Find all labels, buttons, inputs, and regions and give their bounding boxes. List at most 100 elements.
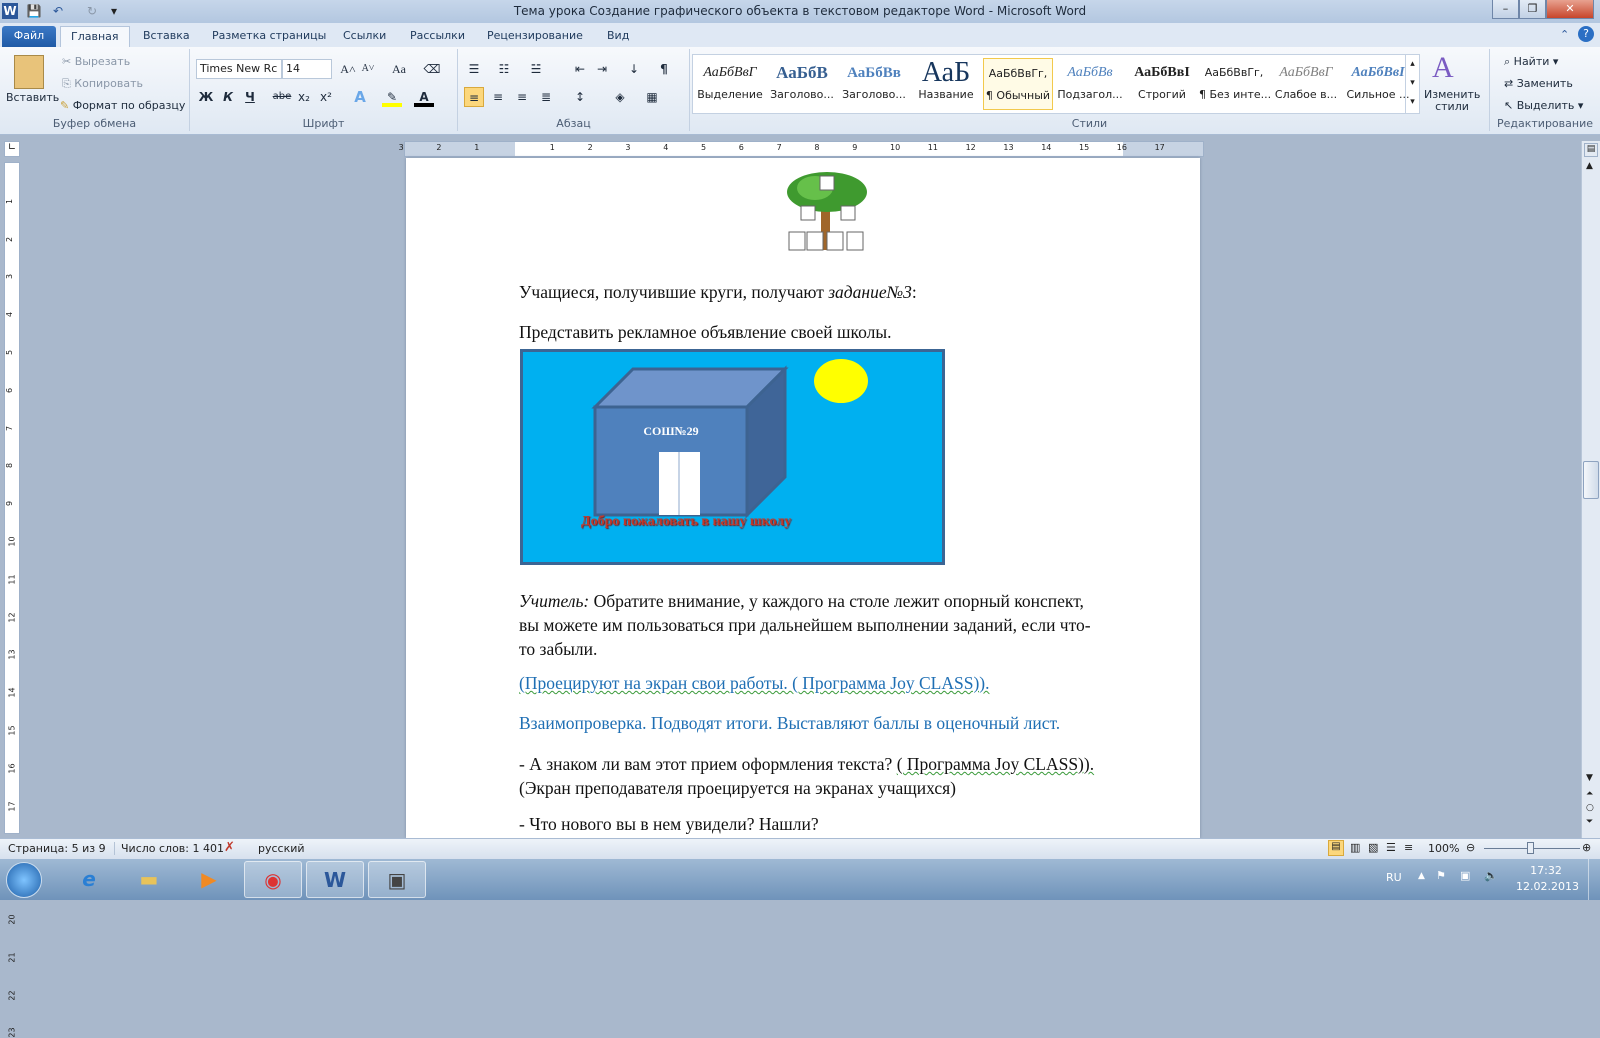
vertical-scrollbar[interactable]: ▤ ▲ ▼ ⏶ ○ ⏷	[1581, 141, 1600, 838]
start-button[interactable]	[6, 862, 42, 898]
style-intense-emphasis[interactable]: АаБбВвI Сильное ...	[1343, 58, 1413, 110]
subscript-button[interactable]: x₂	[294, 87, 314, 107]
style-no-spacing[interactable]: АаБбВвГг, ¶ Без инте...	[1199, 58, 1271, 110]
media-player-icon[interactable]: ▶	[180, 861, 238, 898]
underline-button[interactable]: Ч	[240, 87, 260, 107]
scrollbar-thumb[interactable]	[1583, 461, 1599, 499]
ruler-toggle-icon[interactable]: ▤	[1584, 143, 1598, 157]
language-indicator[interactable]: русский	[258, 842, 305, 855]
action-center-flag-icon[interactable]: ⚑	[1436, 869, 1446, 882]
zoom-out-button[interactable]: ⊖	[1466, 841, 1475, 854]
style-normal[interactable]: АаБбВвГг, ¶ Обычный	[983, 58, 1053, 110]
document-page[interactable]: Учащиеся, получившие круги, получают зад…	[406, 158, 1200, 838]
copy-button[interactable]: ⎘ Копировать	[62, 77, 143, 91]
style-heading1[interactable]: АаБбВ Заголово...	[767, 58, 837, 110]
tab-view[interactable]: Вид	[597, 26, 639, 47]
gallery-scroll[interactable]: ▴ ▾ ▾	[1405, 55, 1419, 113]
explorer-folder-icon[interactable]: ▬	[120, 861, 178, 898]
numbering-icon[interactable]: ☷	[494, 59, 514, 79]
borders-icon[interactable]: ▦	[642, 87, 662, 107]
font-name-select[interactable]: Times New Rc	[196, 59, 282, 79]
tab-references[interactable]: Ссылки	[333, 26, 396, 47]
tab-review[interactable]: Рецензирование	[477, 26, 593, 47]
multilevel-list-icon[interactable]: ☱	[526, 59, 546, 79]
web-layout-view-icon[interactable]: ▧	[1368, 841, 1378, 854]
italic-button[interactable]: К	[218, 87, 238, 107]
page-count[interactable]: Страница: 5 из 9	[8, 842, 106, 855]
shading-icon[interactable]: ◈	[610, 87, 630, 107]
word-taskbar-icon[interactable]: W	[306, 861, 364, 898]
zoom-slider-thumb[interactable]	[1527, 842, 1534, 854]
full-screen-view-icon[interactable]: ▥	[1350, 841, 1360, 854]
zoom-level[interactable]: 100%	[1428, 842, 1459, 855]
proofing-icon[interactable]: ✗	[224, 840, 235, 855]
show-desktop-button[interactable]	[1588, 859, 1600, 900]
style-subtle-emphasis[interactable]: АаБбВвГ Слабое в...	[1271, 58, 1341, 110]
internet-explorer-icon[interactable]: e	[60, 861, 118, 898]
bullets-icon[interactable]: ☰	[464, 59, 484, 79]
browse-object-icon[interactable]: ○	[1586, 803, 1594, 813]
minimize-ribbon-icon[interactable]: ⌃	[1560, 28, 1569, 41]
format-painter-button[interactable]: ✎ Формат по образцу	[60, 99, 185, 112]
word-count[interactable]: Число слов: 1 401	[114, 842, 224, 855]
paste-button[interactable]: Вставить	[6, 91, 59, 104]
shrink-font-button[interactable]: A˅	[358, 59, 378, 79]
select-button[interactable]: ↖ Выделить ▾	[1504, 99, 1583, 112]
align-center-button[interactable]: ≡	[488, 87, 508, 107]
text-effects-icon[interactable]: A	[350, 87, 370, 107]
align-left-button[interactable]: ≡	[464, 87, 484, 107]
justify-button[interactable]: ≣	[536, 87, 556, 107]
cut-button[interactable]: ✂ Вырезать	[62, 55, 130, 68]
volume-icon[interactable]: 🔈	[1484, 869, 1498, 882]
tab-insert[interactable]: Вставка	[133, 26, 200, 47]
input-language[interactable]: RU	[1386, 871, 1402, 884]
bold-button[interactable]: Ж	[196, 87, 216, 107]
style-strong[interactable]: АаБбВвI Строгий	[1127, 58, 1197, 110]
joyclass-icon[interactable]: ▣	[368, 861, 426, 898]
font-color-icon[interactable]: A	[414, 87, 434, 107]
clear-formatting-icon[interactable]: ⌫	[422, 59, 442, 79]
scroll-up-arrow[interactable]: ▲	[1586, 161, 1593, 171]
highlight-icon[interactable]: ✎	[382, 87, 402, 107]
chrome-icon[interactable]: ◉	[244, 861, 302, 898]
grow-font-button[interactable]: A˄	[338, 59, 358, 79]
style-subtitle[interactable]: АаБбВв Подзагол...	[1055, 58, 1125, 110]
style-title[interactable]: АаБ Название	[911, 58, 981, 110]
scroll-down-arrow[interactable]: ▼	[1586, 773, 1593, 783]
horizontal-ruler[interactable]: 3 2 1 1 2 3 4 5 6 7 8 9 10 11 12 13 14 15 16 17	[399, 141, 1204, 157]
tab-file[interactable]: Файл	[2, 26, 56, 47]
previous-page-icon[interactable]: ⏶	[1586, 789, 1593, 799]
change-styles-button[interactable]: Изменить стили	[1424, 89, 1480, 113]
style-heading2[interactable]: АаБбВв Заголово...	[839, 58, 909, 110]
vertical-ruler[interactable]: 1234567891011121314151617181920212223	[4, 162, 20, 1038]
superscript-button[interactable]: x²	[316, 87, 336, 107]
change-case-button[interactable]: Aa	[386, 59, 412, 79]
school-ad-picture[interactable]: СОШ№29 Добро пожаловать в нашу школу	[520, 349, 945, 565]
decrease-indent-icon[interactable]: ⇤	[570, 59, 590, 79]
font-size-select[interactable]: 14	[282, 59, 332, 79]
line-spacing-icon[interactable]: ↕	[570, 87, 590, 107]
replace-button[interactable]: ⇄ Заменить	[1504, 77, 1573, 90]
show-hidden-icons[interactable]: ▲	[1418, 871, 1425, 881]
strikethrough-button[interactable]: abe	[272, 87, 292, 107]
zoom-in-button[interactable]: ⊕	[1582, 841, 1591, 854]
tab-mailings[interactable]: Рассылки	[400, 26, 475, 47]
minimize-button[interactable]: –	[1492, 0, 1519, 19]
show-marks-icon[interactable]: ¶	[654, 59, 674, 79]
sort-icon[interactable]: ↓	[624, 59, 644, 79]
help-icon[interactable]: ?	[1578, 26, 1594, 42]
network-icon[interactable]: ▣	[1460, 869, 1470, 882]
maximize-button[interactable]: ❐	[1519, 0, 1546, 19]
draft-view-icon[interactable]: ≡	[1404, 841, 1413, 854]
close-button[interactable]: ✕	[1546, 0, 1594, 19]
clock[interactable]: 17:32 12.02.2013	[1516, 863, 1579, 895]
print-layout-view-icon[interactable]: ▤	[1328, 840, 1344, 856]
tab-home[interactable]: Главная	[60, 26, 130, 47]
find-button[interactable]: ⌕ Найти ▾	[1504, 55, 1558, 69]
tab-page-layout[interactable]: Разметка страницы	[202, 26, 336, 47]
tab-selector[interactable]: ∟	[4, 141, 20, 157]
outline-view-icon[interactable]: ☰	[1386, 841, 1396, 854]
style-emphasis[interactable]: АаБбВвГ Выделение	[695, 58, 765, 110]
next-page-icon[interactable]: ⏷	[1586, 817, 1593, 827]
increase-indent-icon[interactable]: ⇥	[592, 59, 612, 79]
